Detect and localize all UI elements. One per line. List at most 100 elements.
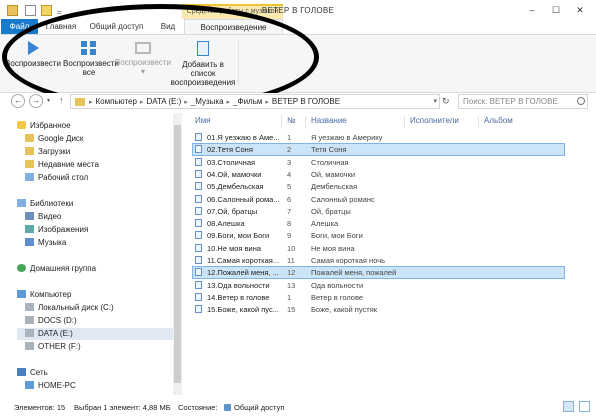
drive-icon bbox=[25, 316, 34, 324]
breadcrumb-film[interactable]: _Фильм bbox=[231, 97, 264, 106]
large-icons-view-icon[interactable] bbox=[579, 401, 590, 412]
back-arrow-icon[interactable]: ← bbox=[11, 94, 25, 108]
maximize-button[interactable]: ☐ bbox=[544, 3, 568, 17]
file-row[interactable]: 06.Салонный рома... 6 Салонный романс bbox=[193, 194, 564, 205]
computer-icon bbox=[25, 381, 34, 389]
status-bar: Элементов: 15 Выбран 1 элемент: 4,88 МБ … bbox=[0, 398, 596, 417]
file-row[interactable]: 08.Алешка 8 Алешка bbox=[193, 218, 564, 229]
music-icon bbox=[25, 238, 34, 246]
column-header-number[interactable]: № bbox=[287, 116, 296, 125]
search-icon[interactable] bbox=[577, 97, 585, 105]
close-button[interactable]: ✕ bbox=[568, 3, 592, 17]
navigation-scrollbar-thumb[interactable] bbox=[174, 125, 181, 383]
breadcrumb-music[interactable]: _Музыка bbox=[189, 97, 226, 106]
breadcrumb-computer[interactable]: Компьютер bbox=[94, 97, 139, 106]
file-row[interactable]: 14.Ветер в голове 1 Ветер в голове bbox=[193, 292, 564, 303]
nav-other-f-label: OTHER (F:) bbox=[38, 342, 81, 351]
track-number: 13 bbox=[287, 280, 296, 290]
up-arrow-icon[interactable]: ↑ bbox=[59, 95, 64, 105]
file-row[interactable]: 13.Ода вольности 13 Ода вольности bbox=[193, 280, 564, 291]
star-icon bbox=[17, 121, 26, 129]
track-title: Столичная bbox=[311, 157, 349, 167]
state-label: Состояние: bbox=[178, 403, 218, 412]
file-row[interactable]: 02.Тетя Соня 2 Тетя Соня bbox=[192, 143, 565, 157]
address-bar[interactable]: ▸ Компьютер ▸ DATA (E:) ▸ _Музыка ▸ _Фил… bbox=[70, 94, 440, 109]
file-row[interactable]: 10.Не моя вина 10 Не моя вина bbox=[193, 243, 564, 254]
address-history-chevron-icon[interactable]: ▾ bbox=[433, 97, 437, 105]
track-number: 6 bbox=[287, 194, 292, 204]
nav-music[interactable]: Музыка bbox=[25, 237, 66, 249]
details-view-icon[interactable] bbox=[563, 401, 574, 412]
nav-data-e[interactable]: DATA (E:) bbox=[17, 328, 179, 340]
nav-home-pc-label: HOME-PC bbox=[38, 381, 76, 390]
nav-favorites[interactable]: Избранное bbox=[17, 120, 71, 132]
file-name: 07.Ой, братцы bbox=[207, 206, 258, 216]
nav-desktop[interactable]: Рабочий стол bbox=[25, 172, 88, 184]
file-row[interactable]: 03.Столичная 3 Столичная bbox=[193, 157, 564, 168]
track-number: 12 bbox=[287, 268, 296, 278]
nav-computer[interactable]: Компьютер bbox=[17, 289, 71, 301]
audio-file-icon bbox=[195, 182, 202, 191]
nav-google-drive-label: Google Диск bbox=[38, 134, 84, 143]
file-row[interactable]: 15.Боже, какой пус... 15 Боже, какой пустя… bbox=[193, 304, 564, 315]
file-row[interactable]: 12.Пожалей меня, ... 12 Пожалей меня, пожа… bbox=[192, 266, 565, 280]
item-count: Элементов: 15 bbox=[14, 403, 66, 412]
file-row[interactable]: 04.Ой, мамочки 4 Ой, мамочки bbox=[193, 169, 564, 180]
breadcrumb-current-folder[interactable]: ВЕТЕР В ГОЛОВЕ bbox=[270, 97, 342, 106]
minimize-button[interactable]: – bbox=[520, 3, 544, 17]
nav-other-f[interactable]: OTHER (F:) bbox=[25, 341, 81, 353]
track-title: Ода вольности bbox=[311, 280, 364, 290]
nav-pictures-label: Изображения bbox=[38, 225, 89, 234]
nav-computer-label: Компьютер bbox=[30, 290, 72, 299]
nav-libraries[interactable]: Библиотеки bbox=[17, 198, 73, 210]
nav-pictures[interactable]: Изображения bbox=[25, 224, 88, 236]
column-divider[interactable] bbox=[404, 116, 405, 128]
column-divider[interactable] bbox=[305, 116, 306, 128]
column-divider[interactable] bbox=[478, 116, 479, 128]
nav-data-e-label: DATA (E:) bbox=[38, 329, 73, 338]
recent-locations-chevron-icon[interactable]: ▾ bbox=[47, 97, 50, 104]
nav-video[interactable]: Видео bbox=[25, 211, 61, 223]
nav-network[interactable]: Сеть bbox=[17, 367, 48, 379]
audio-file-icon bbox=[195, 268, 202, 277]
column-header-artists[interactable]: Исполнители bbox=[410, 116, 459, 125]
nav-docs-d[interactable]: DOCS (D:) bbox=[25, 315, 77, 327]
nav-homegroup[interactable]: Домашняя группа bbox=[17, 263, 96, 275]
pictures-icon bbox=[25, 225, 34, 233]
nav-local-disk-c[interactable]: Локальный диск (C:) bbox=[25, 302, 114, 314]
nav-google-drive[interactable]: Google Диск bbox=[25, 133, 83, 145]
drive-icon bbox=[25, 303, 34, 311]
breadcrumb-data-drive[interactable]: DATA (E:) bbox=[144, 97, 183, 106]
track-title: Салонный романс bbox=[311, 194, 375, 204]
file-row[interactable]: 09.Боги, мои Боги 9 Боги, мои Боги bbox=[193, 230, 564, 241]
audio-file-icon bbox=[195, 194, 202, 203]
file-name: 03.Столичная bbox=[207, 157, 256, 167]
file-name: 14.Ветер в голове bbox=[207, 292, 270, 302]
track-title: Тетя Соня bbox=[311, 145, 347, 155]
column-header-name[interactable]: Имя bbox=[195, 116, 211, 125]
column-header-album[interactable]: Альбом bbox=[484, 116, 513, 125]
column-header-title[interactable]: Название bbox=[311, 116, 347, 125]
audio-file-icon bbox=[195, 305, 202, 314]
nav-recent-places[interactable]: Недавние места bbox=[25, 159, 99, 171]
audio-file-icon bbox=[195, 133, 202, 141]
file-row[interactable]: 01.Я уезжаю в Аме... 1 Я уезжаю в Америку bbox=[193, 132, 564, 143]
track-title: Дембельская bbox=[311, 182, 358, 192]
drive-icon bbox=[25, 329, 34, 337]
audio-file-icon bbox=[195, 280, 202, 289]
nav-downloads[interactable]: Загрузки bbox=[25, 146, 70, 158]
nav-local-disk-c-label: Локальный диск (C:) bbox=[38, 303, 114, 312]
audio-file-icon bbox=[195, 206, 202, 215]
audio-file-icon bbox=[195, 157, 202, 166]
network-icon bbox=[17, 368, 26, 376]
forward-arrow-icon[interactable]: → bbox=[29, 94, 43, 108]
nav-homegroup-label: Домашняя группа bbox=[30, 264, 97, 273]
computer-icon bbox=[17, 290, 26, 298]
file-row[interactable]: 05.Дембельская 5 Дембельская bbox=[193, 181, 564, 192]
refresh-icon[interactable]: ↻ bbox=[442, 96, 450, 107]
column-divider[interactable] bbox=[281, 116, 282, 128]
search-input[interactable]: Поиск: ВЕТЕР В ГОЛОВЕ bbox=[458, 94, 588, 109]
file-row[interactable]: 07.Ой, братцы 7 Ой, братцы bbox=[193, 206, 564, 217]
file-row[interactable]: 11.Самая короткая... 11 Самая короткая ноч… bbox=[193, 255, 564, 266]
nav-home-pc[interactable]: HOME-PC bbox=[25, 380, 76, 392]
